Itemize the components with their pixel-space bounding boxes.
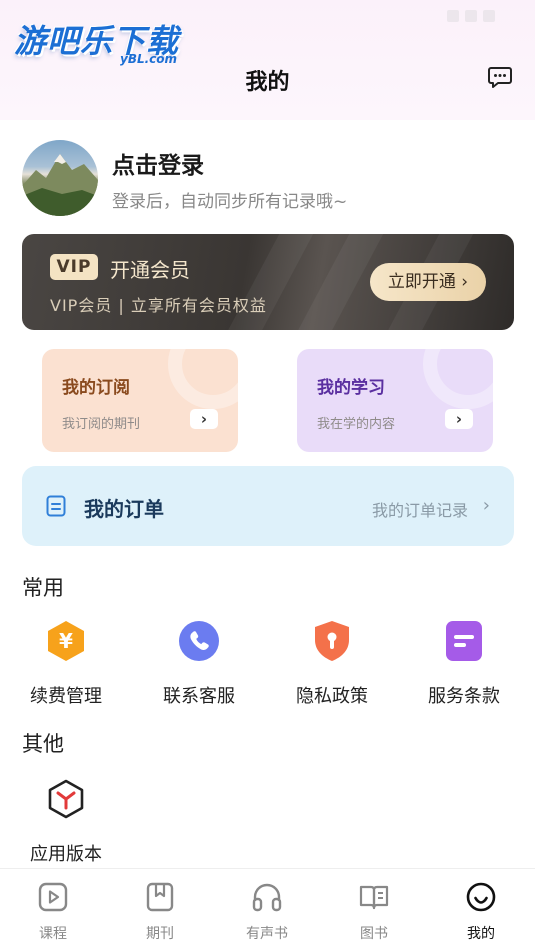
tab-books[interactable]: 图书 <box>339 881 409 943</box>
vip-open-button[interactable]: 立即开通 › <box>370 263 486 301</box>
tab-courses[interactable]: 课程 <box>18 881 88 943</box>
renewal-management-item[interactable]: ¥ 续费管理 <box>11 620 121 708</box>
svg-text:¥: ¥ <box>59 629 73 653</box>
app-version-item[interactable]: 应用版本 <box>11 778 121 866</box>
section-title-other: 其他 <box>22 732 64 756</box>
tab-label: 课程 <box>39 926 67 942</box>
grid-label: 服务条款 <box>428 686 500 707</box>
order-list-icon <box>46 495 66 517</box>
grid-label: 续费管理 <box>30 686 102 707</box>
grid-label: 联系客服 <box>163 686 235 707</box>
document-icon <box>446 621 482 661</box>
tab-mine[interactable]: 我的 <box>446 881 516 943</box>
vip-banner[interactable]: VIP 开通会员 VIP会员 | 立享所有会员权益 立即开通 › <box>22 234 514 330</box>
tab-label: 图书 <box>360 926 388 942</box>
bottom-tab-bar: 课程 期刊 有声书 图书 我的 <box>0 868 535 951</box>
tab-label: 我的 <box>467 926 495 942</box>
privacy-policy-item[interactable]: 隐私政策 <box>277 620 387 708</box>
tab-label: 期刊 <box>146 926 174 942</box>
my-orders-row[interactable]: 我的订单 我的订单记录 › <box>22 466 514 546</box>
page-title: 我的 <box>245 70 290 95</box>
section-title-common: 常用 <box>22 576 64 600</box>
card-title: 我的学习 <box>317 378 385 398</box>
headphones-icon <box>252 883 282 912</box>
play-icon <box>38 882 68 912</box>
privacy-shield-icon <box>315 621 349 661</box>
grid-label: 隐私政策 <box>296 686 368 707</box>
chevron-right-icon[interactable]: › <box>190 409 218 429</box>
vip-subtitle: VIP会员 | 立享所有会员权益 <box>50 296 267 315</box>
avatar[interactable] <box>22 140 98 216</box>
chevron-right-icon[interactable]: › <box>445 409 473 429</box>
terms-of-service-item[interactable]: 服务条款 <box>409 620 519 708</box>
tab-label: 有声书 <box>246 926 288 942</box>
login-title[interactable]: 点击登录 <box>112 146 204 180</box>
card-subtitle: 我订阅的期刊 <box>62 417 141 432</box>
grid-label: 应用版本 <box>30 844 102 865</box>
card-title: 我的订阅 <box>62 378 130 398</box>
app-version-icon <box>48 779 84 819</box>
orders-title: 我的订单 <box>84 497 164 521</box>
my-subscriptions-card[interactable]: 我的订阅 我订阅的期刊 › <box>42 349 238 452</box>
vip-badge: VIP <box>50 254 98 280</box>
profile-login[interactable]: 点击登录 登录后，自动同步所有记录哦~ <box>22 140 512 218</box>
message-icon[interactable] <box>487 64 513 90</box>
status-bar-icons <box>447 10 495 22</box>
tab-journals[interactable]: 期刊 <box>125 881 195 943</box>
phone-icon <box>179 621 219 661</box>
vip-title: 开通会员 <box>110 258 190 282</box>
yuan-hexagon-icon: ¥ <box>48 621 84 661</box>
bookmark-icon <box>146 882 174 912</box>
header: 游吧乐下载 yBL.com 我的 <box>0 0 535 120</box>
contact-service-item[interactable]: 联系客服 <box>144 620 254 708</box>
tab-audiobooks[interactable]: 有声书 <box>232 881 302 943</box>
orders-record-link[interactable]: 我的订单记录 <box>372 497 468 521</box>
smile-icon <box>466 882 496 912</box>
chevron-right-icon[interactable]: › <box>483 495 490 516</box>
open-book-icon <box>359 885 389 910</box>
login-subtitle: 登录后，自动同步所有记录哦~ <box>112 192 348 212</box>
card-subtitle: 我在学的内容 <box>317 417 396 432</box>
my-learning-card[interactable]: 我的学习 我在学的内容 › <box>297 349 493 452</box>
